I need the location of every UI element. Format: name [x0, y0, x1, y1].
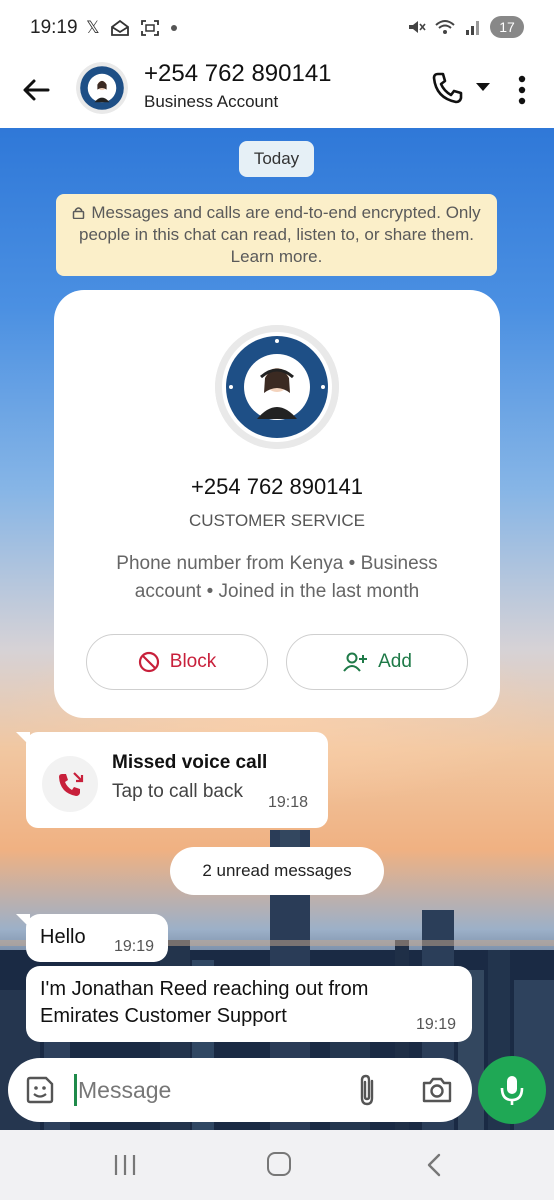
- contact-avatar-large[interactable]: [215, 325, 339, 449]
- message-bubble[interactable]: I'm Jonathan Reed reaching out from Emir…: [26, 966, 472, 1042]
- missed-call-subtitle: Tap to call back: [112, 781, 243, 802]
- contact-avatar[interactable]: [76, 62, 128, 114]
- status-right-icons: 17: [406, 16, 524, 38]
- bubble-tail: [16, 914, 30, 928]
- customer-service-logo-icon: [76, 62, 128, 114]
- contact-info-card: +254 762 890141 CUSTOMER SERVICE Phone n…: [54, 290, 500, 718]
- mail-icon: [110, 19, 129, 36]
- date-pill: Today: [239, 141, 314, 177]
- voice-call-icon[interactable]: [430, 70, 466, 106]
- chat-header: +254 762 890141 Business Account: [0, 56, 554, 128]
- message-time: 19:19: [114, 938, 155, 955]
- message-time: 19:19: [416, 1016, 457, 1033]
- attachment-icon[interactable]: [354, 1072, 382, 1108]
- card-contact-name: CUSTOMER SERVICE: [188, 511, 366, 530]
- recent-apps-icon[interactable]: [113, 1153, 137, 1177]
- nav-back-icon[interactable]: [424, 1152, 444, 1178]
- mute-icon: [409, 21, 426, 33]
- system-nav-bar: [0, 1130, 554, 1200]
- message-text: Hello: [40, 926, 86, 948]
- text-cursor: [74, 1074, 77, 1106]
- signal-icon: [466, 21, 479, 35]
- block-label: Block: [169, 651, 217, 672]
- message-input[interactable]: [78, 1074, 328, 1106]
- status-left-icons: 𝕏: [86, 17, 178, 39]
- unread-messages-pill: 2 unread messages: [170, 847, 384, 895]
- customer-service-logo-icon: [215, 325, 339, 449]
- battery-indicator: 17: [490, 16, 524, 38]
- home-button-icon[interactable]: [267, 1152, 291, 1176]
- microphone-icon: [500, 1076, 524, 1105]
- message-bubble[interactable]: Hello 19:19: [16, 914, 168, 962]
- message-text: I'm Jonathan Reed reaching out from Emir…: [40, 978, 369, 1027]
- missed-call-time: 19:18: [268, 794, 309, 811]
- wifi-icon: [435, 20, 455, 34]
- missed-call-icon-wrap: [42, 756, 98, 812]
- sticker-icon[interactable]: [24, 1074, 56, 1106]
- camera-icon[interactable]: [420, 1074, 454, 1106]
- status-time: 19:19: [30, 17, 78, 38]
- block-icon: [138, 651, 159, 673]
- more-options-icon[interactable]: [508, 72, 536, 108]
- block-button[interactable]: Block: [86, 634, 268, 690]
- back-arrow-icon[interactable]: [18, 72, 54, 108]
- encryption-notice[interactable]: Messages and calls are end-to-end encryp…: [56, 194, 497, 276]
- chat-area[interactable]: Today Messages and calls are end-to-end …: [0, 128, 554, 1130]
- x-icon: 𝕏: [86, 18, 100, 37]
- card-phone-number: +254 762 890141: [191, 474, 363, 499]
- missed-call-bubble[interactable]: Missed voice call Tap to call back 19:18: [16, 732, 328, 828]
- contact-subtitle[interactable]: Business Account: [144, 92, 278, 112]
- encryption-text: Messages and calls are end-to-end encryp…: [78, 203, 481, 266]
- voice-message-button[interactable]: [478, 1056, 546, 1124]
- status-bar: 19:19 𝕏 17: [0, 0, 554, 56]
- chevron-down-icon[interactable]: [474, 78, 492, 96]
- missed-call-title: Missed voice call: [112, 752, 268, 773]
- message-composer: [8, 1058, 472, 1122]
- dot-icon: [170, 25, 177, 31]
- screenshot-icon: [140, 20, 159, 36]
- lock-icon: [73, 207, 85, 219]
- add-person-icon: [343, 652, 368, 672]
- add-label: Add: [378, 651, 412, 672]
- missed-call-icon: [59, 772, 84, 796]
- add-contact-button[interactable]: Add: [286, 634, 468, 690]
- card-description: Phone number from Kenya • Business accou…: [116, 553, 438, 602]
- contact-title[interactable]: +254 762 890141: [144, 60, 332, 88]
- bubble-tail: [16, 732, 30, 746]
